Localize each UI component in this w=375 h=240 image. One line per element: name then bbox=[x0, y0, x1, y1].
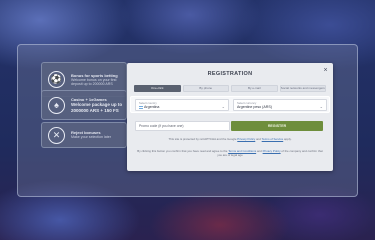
casino-chip-icon: ♠ bbox=[48, 96, 65, 114]
recaptcha-note: This site is protected by reCAPTCHA and … bbox=[168, 137, 292, 141]
select-row: Select country Argentina ⌄ Select curren… bbox=[130, 96, 330, 113]
country-select-value: Argentina bbox=[144, 105, 160, 109]
bonus-card-casino[interactable]: ♠ Casino + 1xGames Welcome package up to… bbox=[41, 90, 127, 120]
bonus-description: Welcome bonus on your first deposit up t… bbox=[71, 77, 117, 87]
tab-by-phone[interactable]: By phone bbox=[182, 85, 229, 92]
privacy-policy-link[interactable]: Privacy Policy bbox=[237, 137, 255, 141]
argentina-flag-icon bbox=[139, 105, 143, 109]
chevron-down-icon: ⌄ bbox=[319, 104, 323, 109]
tab-by-email[interactable]: By e-mail bbox=[231, 85, 278, 92]
close-icon[interactable]: × bbox=[322, 67, 329, 74]
modal-title: REGISTRATION bbox=[207, 71, 253, 77]
close-circle-icon: ✕ bbox=[48, 126, 65, 144]
privacy-policy-link[interactable]: Privacy Policy bbox=[263, 149, 281, 153]
bonus-title: Bonus for sports betting bbox=[71, 72, 118, 78]
registration-modal: REGISTRATION × One-click By phone By e-m… bbox=[127, 63, 333, 171]
tab-one-click[interactable]: One-click bbox=[134, 85, 181, 92]
registration-tabs: One-click By phone By e-mail Social netw… bbox=[134, 85, 326, 92]
currency-select-value: Argentine peso (ARS) bbox=[237, 105, 272, 109]
soccer-ball-icon: ⚽ bbox=[48, 71, 65, 88]
register-button[interactable]: REGISTER bbox=[231, 121, 323, 131]
consent-note: By clicking this button you confirm that… bbox=[137, 149, 323, 157]
tab-social-networks[interactable]: Social networks and messengers bbox=[279, 85, 326, 92]
promo-code-input[interactable]: Promo code (if you have one) bbox=[135, 121, 230, 131]
terms-of-service-link[interactable]: Terms of Service bbox=[262, 137, 284, 141]
bonus-description: Make your selection later bbox=[71, 135, 111, 140]
bonus-highlight: Welcome package up to 2000000 ARS + 150 … bbox=[71, 102, 123, 113]
currency-select[interactable]: Select currency Argentine peso (ARS) ⌄ bbox=[233, 99, 327, 111]
bonus-card-reject[interactable]: ✕ Reject bonuses Make your selection lat… bbox=[41, 122, 127, 148]
chevron-down-icon: ⌄ bbox=[221, 104, 225, 109]
country-select[interactable]: Select country Argentina ⌄ bbox=[135, 99, 229, 111]
